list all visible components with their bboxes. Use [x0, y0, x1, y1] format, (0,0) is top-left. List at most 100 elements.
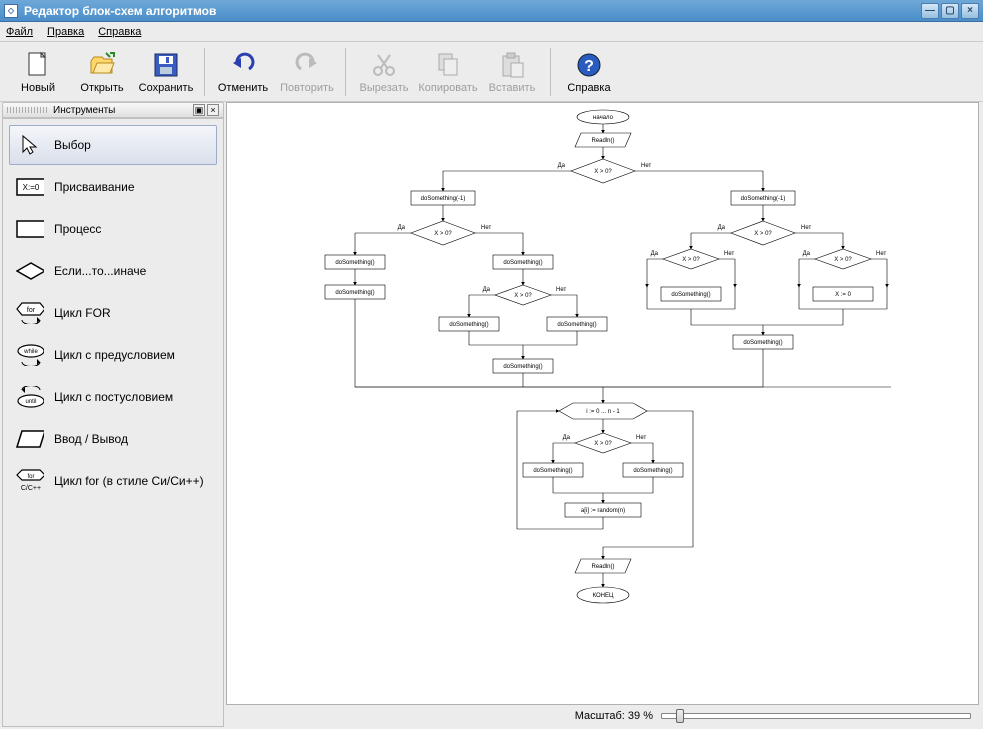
svg-text:i := 0 ... n - 1: i := 0 ... n - 1 [586, 409, 620, 415]
titlebar: ◇ Редактор блок-схем алгоритмов — ▢ × [0, 0, 983, 22]
svg-text:X > 0?: X > 0? [434, 231, 452, 237]
tool-select[interactable]: Выбор [9, 125, 217, 165]
svg-text:КОНЕЦ: КОНЕЦ [592, 593, 613, 599]
undo-icon [228, 50, 258, 80]
tool-label: Цикл с предусловием [54, 348, 175, 362]
maximize-button[interactable]: ▢ [941, 3, 959, 19]
svg-text:doSomething(): doSomething() [449, 322, 488, 328]
svg-text:doSomething(): doSomething() [503, 364, 542, 370]
svg-text:Да: Да [557, 163, 565, 169]
app-icon: ◇ [4, 4, 18, 18]
copy-icon [433, 50, 463, 80]
svg-text:Нет: Нет [481, 225, 491, 231]
menu-help[interactable]: Справка [98, 26, 141, 38]
svg-text:X > 0?: X > 0? [834, 257, 852, 263]
tools-panel-header[interactable]: Инструменты ▣ × [2, 102, 224, 118]
svg-text:for: for [27, 474, 34, 480]
panel-restore-icon[interactable]: ▣ [193, 104, 205, 116]
cut-button[interactable]: Вырезать [352, 45, 416, 99]
copy-label: Копировать [418, 82, 477, 94]
svg-text:doSomething(): doSomething() [557, 322, 596, 328]
tool-label: Цикл for (в стиле Си/Си++) [54, 474, 204, 488]
new-button[interactable]: Новый [6, 45, 70, 99]
tool-until[interactable]: until Цикл с постусловием [9, 377, 217, 417]
tool-process[interactable]: Процесс [9, 209, 217, 249]
diamond-icon [16, 259, 44, 283]
tool-label: Цикл FOR [54, 306, 111, 320]
svg-text:Да: Да [650, 251, 658, 257]
canvas[interactable]: начало Readln() X > 0? Да Нет doSomethin… [226, 102, 979, 705]
tools-panel-title: Инструменты [53, 105, 191, 116]
svg-text:while: while [23, 349, 38, 355]
paste-icon [497, 50, 527, 80]
svg-text:doSomething(): doSomething() [743, 340, 782, 346]
zoom-slider[interactable] [661, 713, 971, 719]
open-button[interactable]: Открыть [70, 45, 134, 99]
tool-ifelse[interactable]: Если...то...иначе [9, 251, 217, 291]
panel-close-icon[interactable]: × [207, 104, 219, 116]
save-label: Сохранить [139, 82, 194, 94]
svg-text:doSomething(): doSomething() [335, 260, 374, 266]
tool-label: Процесс [54, 222, 101, 236]
svg-text:X:=0: X:=0 [23, 183, 40, 192]
while-icon: while [16, 343, 44, 367]
io-icon [16, 427, 44, 451]
redo-button[interactable]: Повторить [275, 45, 339, 99]
svg-text:X > 0?: X > 0? [754, 231, 772, 237]
svg-text:doSomething(): doSomething() [503, 260, 542, 266]
tool-while[interactable]: while Цикл с предусловием [9, 335, 217, 375]
redo-label: Повторить [280, 82, 334, 94]
redo-icon [292, 50, 322, 80]
save-icon [151, 50, 181, 80]
menubar: Файл Правка Справка [0, 22, 983, 42]
svg-text:X > 0?: X > 0? [682, 257, 700, 263]
tool-io[interactable]: Ввод / Вывод [9, 419, 217, 459]
svg-text:Да: Да [717, 225, 725, 231]
svg-text:Нет: Нет [641, 163, 651, 169]
until-icon: until [16, 385, 44, 409]
paste-label: Вставить [489, 82, 536, 94]
panel-grip[interactable] [7, 107, 47, 113]
window-title: Редактор блок-схем алгоритмов [24, 4, 921, 18]
svg-text:Readln(): Readln() [591, 138, 614, 144]
open-label: Открыть [80, 82, 123, 94]
flowchart-diagram: начало Readln() X > 0? Да Нет doSomethin… [243, 103, 963, 663]
cut-label: Вырезать [360, 82, 409, 94]
minimize-button[interactable]: — [921, 3, 939, 19]
svg-text:X > 0?: X > 0? [594, 441, 612, 447]
paste-button[interactable]: Вставить [480, 45, 544, 99]
process-icon [16, 217, 44, 241]
svg-text:until: until [25, 399, 36, 405]
canvas-wrap: начало Readln() X > 0? Да Нет doSomethin… [226, 102, 983, 729]
copy-button[interactable]: Копировать [416, 45, 480, 99]
statusbar: Масштаб: 39 % [226, 705, 979, 727]
svg-text:X := 0: X := 0 [835, 292, 852, 298]
undo-label: Отменить [218, 82, 268, 94]
help-label: Справка [567, 82, 610, 94]
assign-icon: X:=0 [16, 175, 44, 199]
svg-text:?: ? [584, 58, 594, 75]
svg-text:C/C++: C/C++ [21, 485, 41, 492]
svg-text:doSomething(-1): doSomething(-1) [420, 196, 465, 202]
undo-button[interactable]: Отменить [211, 45, 275, 99]
zoom-label: Масштаб: 39 % [575, 710, 653, 722]
tool-label: Цикл с постусловием [54, 390, 173, 404]
tool-label: Ввод / Вывод [54, 432, 128, 446]
save-button[interactable]: Сохранить [134, 45, 198, 99]
svg-text:doSomething(): doSomething() [671, 292, 710, 298]
help-button[interactable]: ? Справка [557, 45, 621, 99]
menu-file[interactable]: Файл [6, 26, 33, 38]
svg-text:doSomething(-1): doSomething(-1) [740, 196, 785, 202]
tool-assign[interactable]: X:=0 Присваивание [9, 167, 217, 207]
svg-text:a[i] := random(n): a[i] := random(n) [580, 508, 624, 514]
menu-edit[interactable]: Правка [47, 26, 84, 38]
svg-text:Нет: Нет [556, 287, 566, 293]
for-icon: for [16, 301, 44, 325]
svg-text:doSomething(): doSomething() [633, 468, 672, 474]
close-button[interactable]: × [961, 3, 979, 19]
tool-for-c[interactable]: for C/C++ Цикл for (в стиле Си/Си++) [9, 461, 217, 501]
svg-text:Да: Да [802, 251, 810, 257]
tool-for[interactable]: for Цикл FOR [9, 293, 217, 333]
tools-panel: Инструменты ▣ × Выбор X:=0 Присваивание [0, 102, 226, 729]
zoom-slider-thumb[interactable] [676, 709, 684, 723]
